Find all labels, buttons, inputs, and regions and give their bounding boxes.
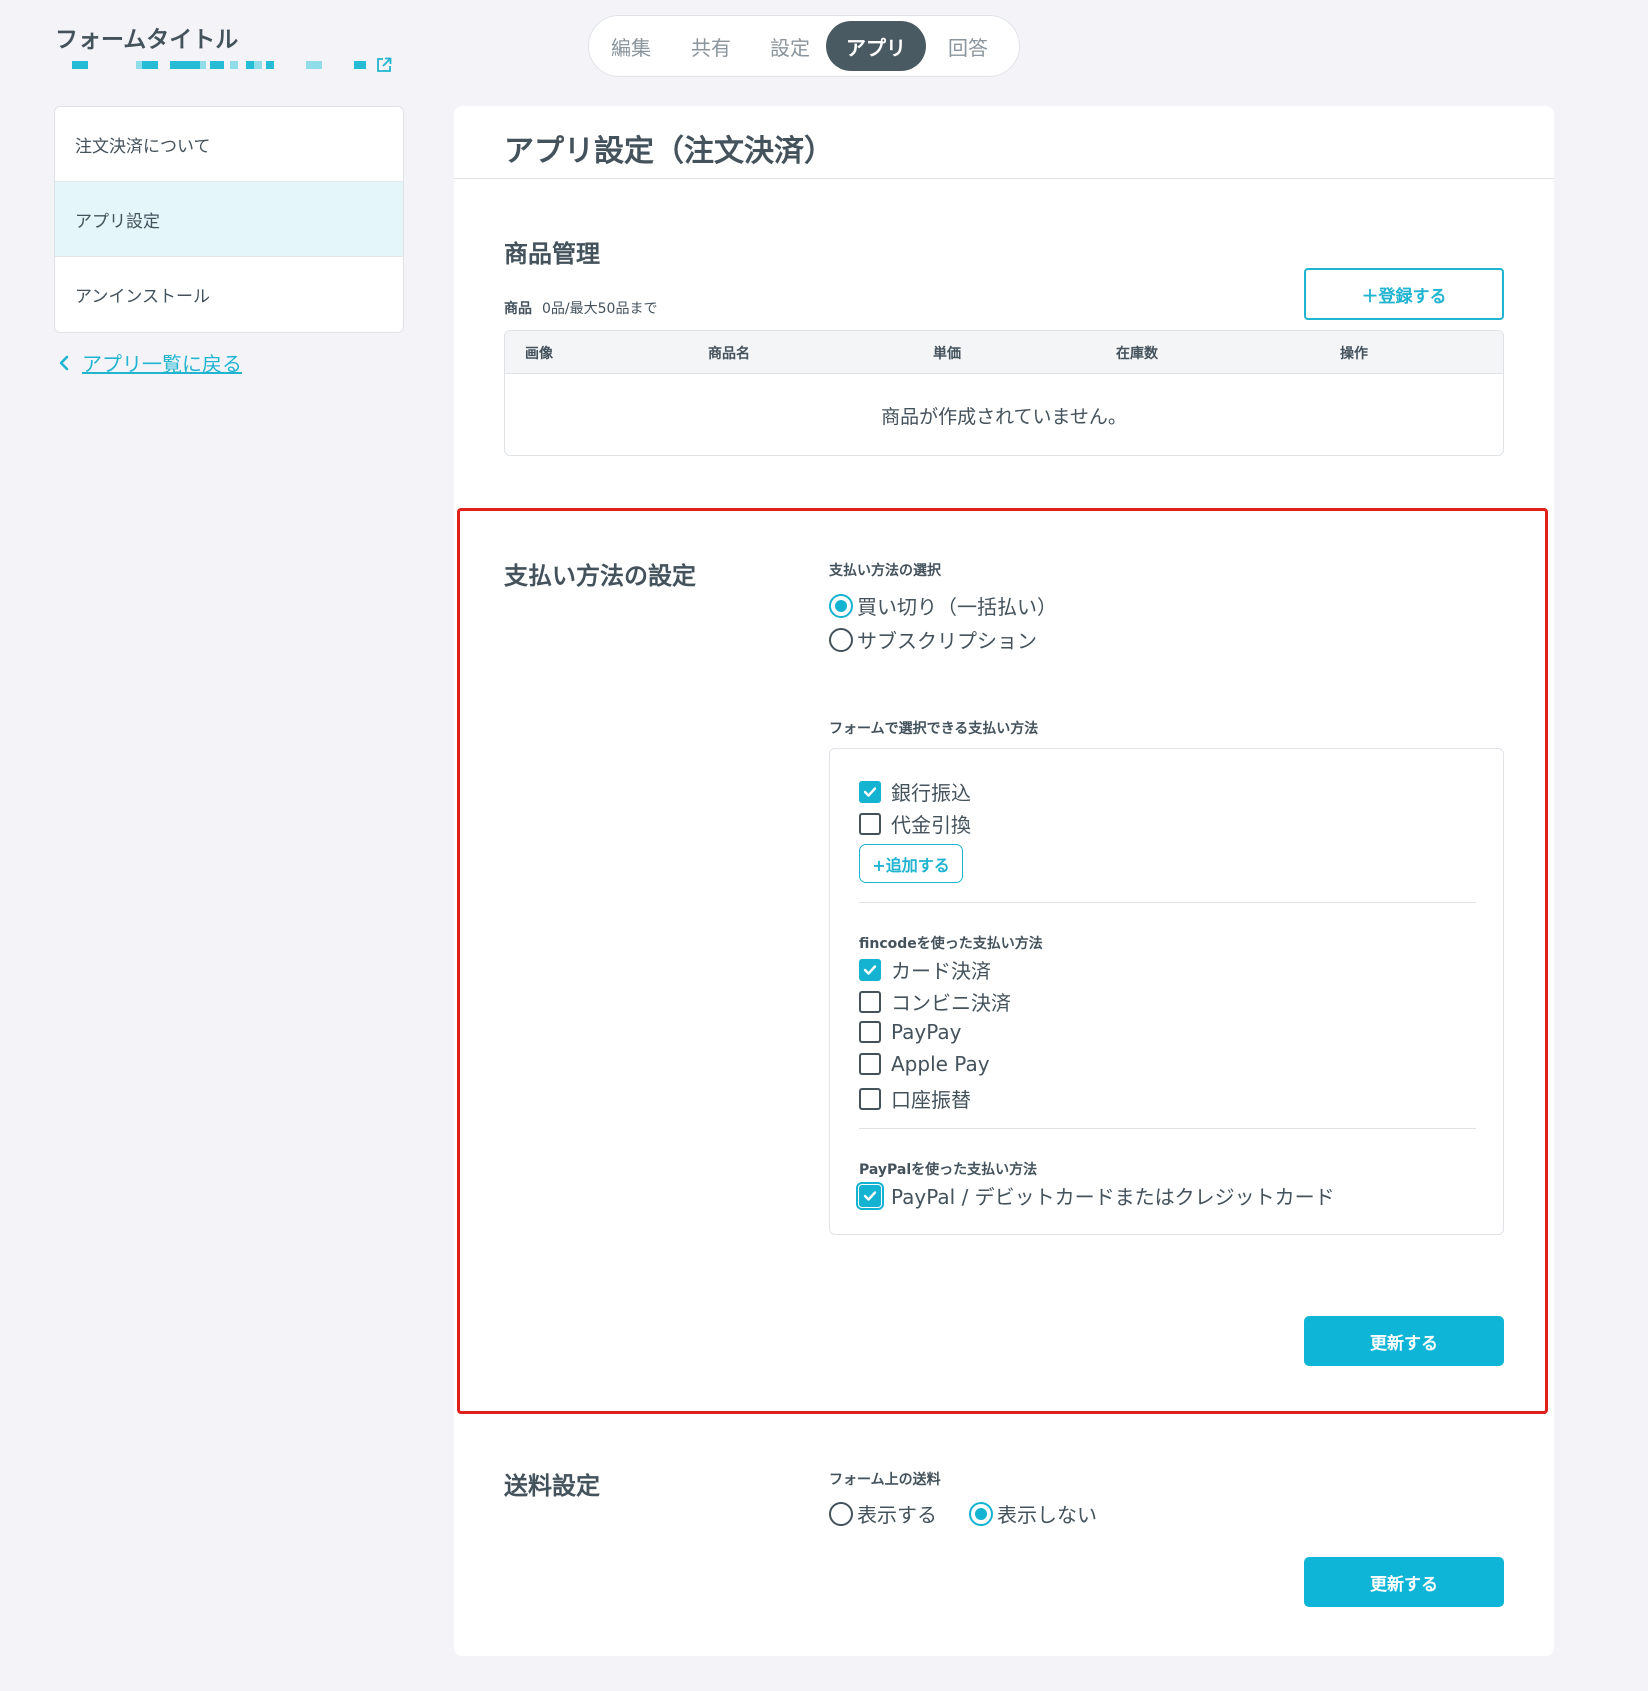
sidebar-item-about[interactable]: 注文決済について <box>55 107 403 182</box>
external-link-icon[interactable] <box>376 57 392 73</box>
product-count: 商品 0品/最大50品まで <box>504 298 657 318</box>
col-image: 画像 <box>525 346 553 362</box>
radio-selected-icon <box>829 593 853 618</box>
payment-select-label: 支払い方法の選択 <box>829 563 941 579</box>
form-title: フォームタイトル <box>55 27 239 53</box>
radio-unselected-icon <box>829 627 853 652</box>
sidebar-item-app-settings[interactable]: アプリ設定 <box>55 182 403 257</box>
back-to-apps-link[interactable]: アプリ一覧に戻る <box>58 348 242 377</box>
hide-shipping-label: 表示しない <box>997 1503 1097 1527</box>
checkbox-paypay[interactable]: PayPay <box>859 1020 962 1044</box>
tab-bar: 編集 共有 設定 アプリ 回答 <box>588 15 1020 77</box>
checkbox-unchecked-icon <box>859 1087 881 1110</box>
checkbox-account-transfer[interactable]: 口座振替 <box>859 1084 971 1113</box>
checkbox-convenience-store[interactable]: コンビニ決済 <box>859 987 1011 1016</box>
tab-responses[interactable]: 回答 <box>926 21 1010 71</box>
radio-hide-shipping[interactable]: 表示しない <box>969 1499 1097 1528</box>
products-heading: 商品管理 <box>504 240 600 268</box>
product-count-text: 0品/最大50品まで <box>542 301 658 317</box>
show-shipping-label: 表示する <box>857 1503 937 1527</box>
page-title: アプリ設定（注文決済） <box>504 134 834 169</box>
checkbox-bank-transfer[interactable]: 銀行振込 <box>859 777 971 806</box>
apple-pay-label: Apple Pay <box>891 1052 990 1076</box>
shipping-heading: 送料設定 <box>504 1472 600 1500</box>
cash-on-delivery-label: 代金引換 <box>891 813 971 837</box>
checkbox-unchecked-icon <box>859 1021 881 1043</box>
fincode-label: fincodeを使った支払い方法 <box>859 936 1043 952</box>
checkbox-unchecked-icon <box>859 990 881 1013</box>
paypal-method-label: PayPal / デビットカードまたはクレジットカード <box>891 1185 1335 1209</box>
sidebar-item-uninstall[interactable]: アンインストール <box>55 257 403 332</box>
tab-edit[interactable]: 編集 <box>594 21 668 71</box>
radio-one-time-label: 買い切り（一括払い） <box>857 595 1057 619</box>
product-empty-message: 商品が作成されていません。 <box>881 405 1127 428</box>
checkbox-unchecked-icon <box>859 812 881 835</box>
section-divider <box>859 1128 1476 1129</box>
tab-app[interactable]: アプリ <box>826 21 926 71</box>
shipping-update-button[interactable]: 更新する <box>1304 1557 1504 1607</box>
col-price: 単価 <box>933 346 961 362</box>
checkbox-card-payment[interactable]: カード決済 <box>859 955 991 984</box>
radio-selected-icon <box>969 1501 993 1526</box>
payment-heading: 支払い方法の設定 <box>504 562 696 590</box>
product-table-header: 画像 商品名 単価 在庫数 操作 <box>505 331 1503 374</box>
payment-methods-box: 銀行振込 代金引換 +追加する fincodeを使った支払い方法 カード決済 コ… <box>829 748 1504 1235</box>
radio-subscription[interactable]: サブスクリプション <box>829 625 1037 654</box>
back-link-label: アプリ一覧に戻る <box>82 352 242 376</box>
account-transfer-label: 口座振替 <box>891 1088 971 1112</box>
payment-update-button[interactable]: 更新する <box>1304 1316 1504 1366</box>
col-actions: 操作 <box>1340 346 1368 362</box>
radio-unselected-icon <box>829 1501 853 1526</box>
checkbox-checked-icon <box>859 958 881 981</box>
form-url-link[interactable] <box>70 57 392 73</box>
checkbox-checked-icon <box>856 1181 884 1210</box>
radio-subscription-label: サブスクリプション <box>857 629 1037 653</box>
tab-settings[interactable]: 設定 <box>754 21 826 71</box>
register-product-button[interactable]: ＋登録する <box>1304 268 1504 320</box>
card-payment-label: カード決済 <box>891 959 991 983</box>
add-payment-method-button[interactable]: +追加する <box>859 844 963 883</box>
bank-transfer-label: 銀行振込 <box>891 781 971 805</box>
tab-share[interactable]: 共有 <box>668 21 754 71</box>
paypal-label: PayPalを使った支払い方法 <box>859 1162 1038 1178</box>
checkbox-cash-on-delivery[interactable]: 代金引換 <box>859 809 971 838</box>
col-stock: 在庫数 <box>1116 346 1158 362</box>
radio-show-shipping[interactable]: 表示する <box>829 1499 937 1528</box>
chevron-left-icon <box>59 355 69 370</box>
shipping-label: フォーム上の送料 <box>829 1472 941 1488</box>
col-name: 商品名 <box>708 346 750 362</box>
convenience-store-label: コンビニ決済 <box>891 991 1011 1015</box>
section-divider <box>859 902 1476 903</box>
sidebar-menu: 注文決済について アプリ設定 アンインストール <box>54 106 404 333</box>
checkbox-apple-pay[interactable]: Apple Pay <box>859 1052 990 1076</box>
title-divider <box>454 178 1554 179</box>
main-panel: アプリ設定（注文決済） 商品管理 ＋登録する 商品 0品/最大50品まで 画像 … <box>454 106 1554 1656</box>
methods-label: フォームで選択できる支払い方法 <box>829 721 1039 737</box>
checkbox-checked-icon <box>859 780 881 803</box>
product-count-label: 商品 <box>504 301 532 317</box>
radio-one-time[interactable]: 買い切り（一括払い） <box>829 591 1057 620</box>
checkbox-unchecked-icon <box>859 1053 881 1075</box>
checkbox-paypal[interactable]: PayPal / デビットカードまたはクレジットカード <box>856 1181 1335 1210</box>
paypay-label: PayPay <box>891 1020 962 1044</box>
product-table: 画像 商品名 単価 在庫数 操作 商品が作成されていません。 <box>504 330 1504 456</box>
